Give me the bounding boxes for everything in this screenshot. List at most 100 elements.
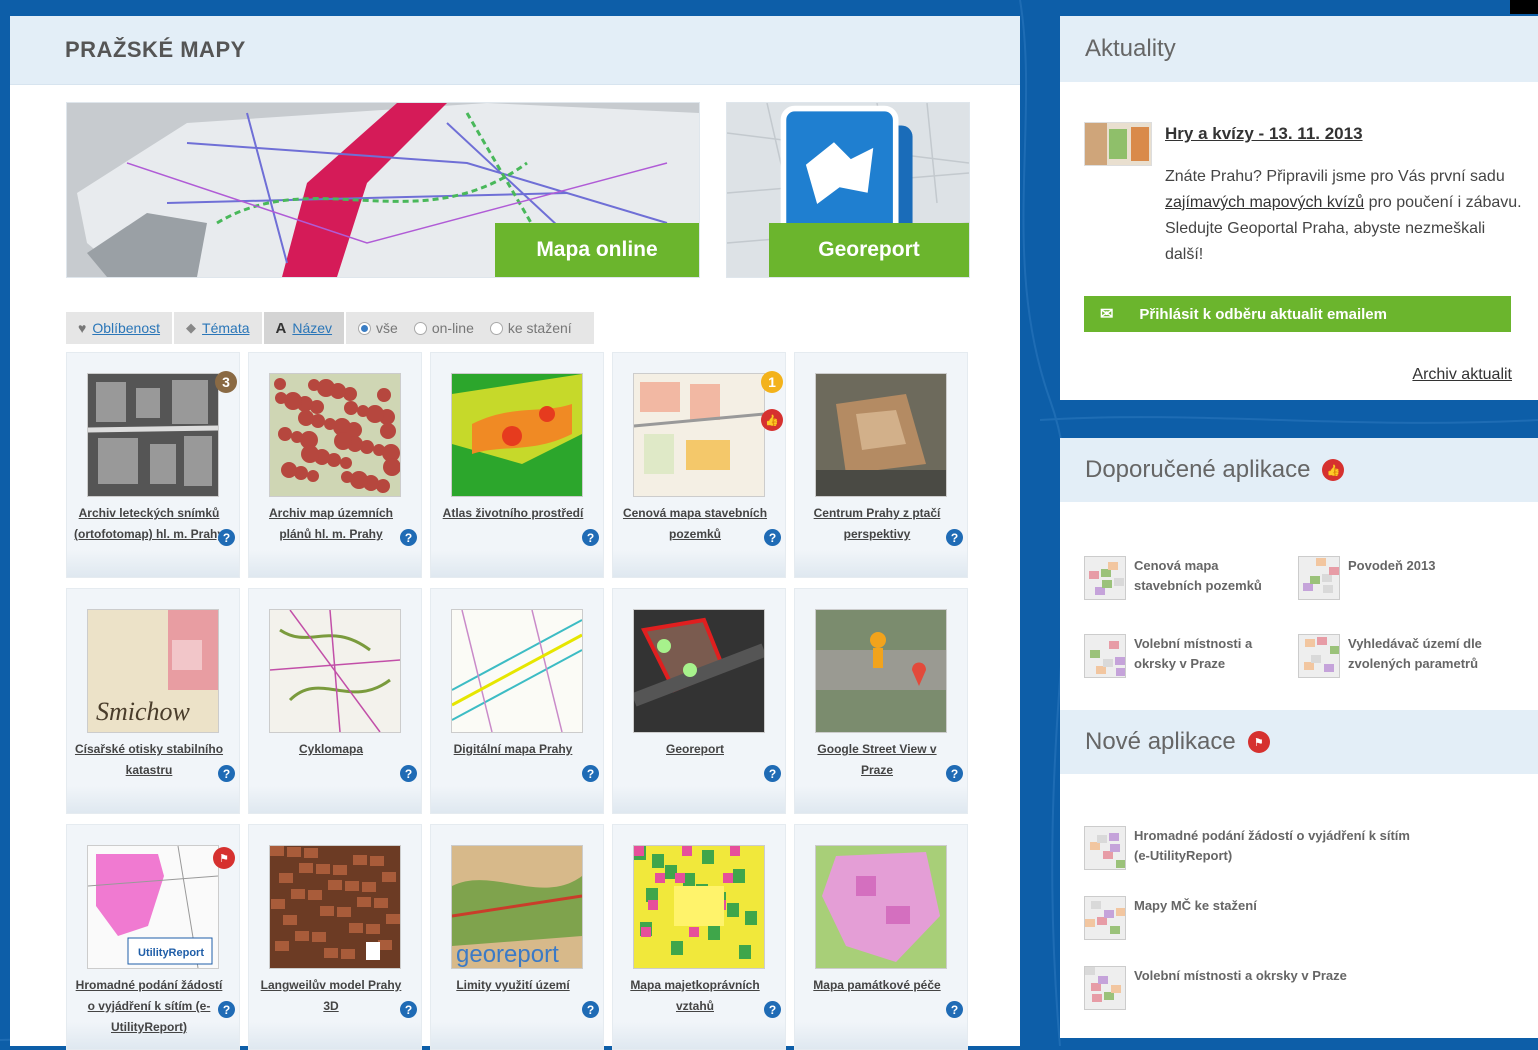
map-thumbnail[interactable] <box>633 373 765 497</box>
map-tile-title[interactable]: Centrum Prahy z ptačí perspektivy <box>801 503 953 545</box>
map-thumbnail[interactable] <box>815 373 947 497</box>
help-icon[interactable]: ? <box>764 1001 781 1018</box>
map-tile[interactable]: Atlas životního prostředí? <box>430 352 604 578</box>
map-thumbnail[interactable]: Smichow <box>87 609 219 733</box>
help-icon[interactable]: ? <box>218 529 235 546</box>
app-label-line: Vyhledávač území dle <box>1348 636 1482 651</box>
help-icon[interactable]: ? <box>946 765 963 782</box>
map-tile[interactable]: Mapa památkové péče? <box>794 824 968 1050</box>
help-icon[interactable]: ? <box>764 765 781 782</box>
map-tile[interactable]: georeport Limity využití území? <box>430 824 604 1050</box>
map-thumbnail[interactable] <box>269 609 401 733</box>
map-tile[interactable]: Smichow Císařské otisky stabilního katast… <box>66 588 240 814</box>
map-tile[interactable]: Langweilův model Prahy 3D? <box>248 824 422 1050</box>
map-tile-title[interactable]: Archiv leteckých snímků (ortofotomap) hl… <box>73 503 225 545</box>
map-tile-title[interactable]: Georeport <box>619 739 771 760</box>
map-tile-title[interactable]: Digitální mapa Prahy <box>437 739 589 760</box>
svg-text:UtilityReport: UtilityReport <box>138 947 204 959</box>
news-archive-link[interactable]: Archiv aktualit <box>1412 366 1512 384</box>
map-tile-title[interactable]: Archiv map územních plánů hl. m. Prahy <box>255 503 407 545</box>
map-tile[interactable]: Centrum Prahy z ptačí perspektivy? <box>794 352 968 578</box>
map-thumbnail[interactable] <box>815 609 947 733</box>
app-link[interactable]: Hromadné podání žádostí o vyjádření k sí… <box>1084 826 1410 870</box>
map-tile[interactable]: Digitální mapa Prahy? <box>430 588 604 814</box>
map-tile[interactable]: Georeport? <box>612 588 786 814</box>
recommended-title: Doporučené aplikace <box>1085 456 1311 483</box>
georeport-banner[interactable]: Georeport <box>726 102 970 278</box>
map-tile[interactable]: UtilityReport ⚑ Hromadné podání žádostí o … <box>66 824 240 1050</box>
rank-badge: 1 <box>761 371 783 393</box>
map-thumbnail[interactable] <box>633 609 765 733</box>
radio-all-label: vše <box>376 320 398 336</box>
help-icon[interactable]: ? <box>218 1001 235 1018</box>
filter-popularity-link[interactable]: Oblíbenost <box>92 320 160 336</box>
help-icon[interactable]: ? <box>218 765 235 782</box>
subscribe-button[interactable]: ✉ Přihlásit k odběru aktualit emailem <box>1084 296 1511 332</box>
map-thumbnail[interactable] <box>815 845 947 969</box>
map-tile-title[interactable]: Mapa majetkoprávních vztahů <box>619 975 771 1017</box>
app-label-line: zvolených parametrů <box>1348 656 1479 671</box>
help-icon[interactable]: ? <box>946 1001 963 1018</box>
map-thumbnail[interactable] <box>633 845 765 969</box>
map-tile-title[interactable]: Císařské otisky stabilního katastru <box>73 739 225 781</box>
app-link[interactable]: Volební místnosti a okrsky v Praze <box>1084 634 1252 678</box>
map-online-banner[interactable]: Mapa online <box>66 102 700 278</box>
app-link[interactable]: Cenová mapa stavebních pozemků <box>1084 556 1262 600</box>
filter-themes-link[interactable]: Témata <box>202 320 249 336</box>
map-thumbnail[interactable] <box>451 609 583 733</box>
map-tile[interactable]: Google Street View v Praze? <box>794 588 968 814</box>
map-tile[interactable]: 1 👍 Cenová mapa stavebních pozemků? <box>612 352 786 578</box>
map-tile-title[interactable]: Mapa památkové péče <box>801 975 953 996</box>
map-tile-title[interactable]: Atlas životního prostředí <box>437 503 589 524</box>
svg-text:georeport: georeport <box>456 941 559 968</box>
map-thumbnail[interactable] <box>451 373 583 497</box>
map-thumbnail[interactable] <box>87 373 219 497</box>
news-item-title[interactable]: Hry a kvízy - 13. 11. 2013 <box>1165 124 1363 144</box>
app-label-line: Volební místnosti a <box>1134 636 1253 651</box>
app-link[interactable]: Mapy MČ ke stažení <box>1084 896 1257 940</box>
filter-themes[interactable]: ◆ Témata <box>174 312 262 344</box>
map-tile-title[interactable]: Langweilův model Prahy 3D <box>255 975 407 1017</box>
quiz-link[interactable]: zajímavých mapových kvízů <box>1165 194 1364 211</box>
map-tile[interactable]: Mapa majetkoprávních vztahů? <box>612 824 786 1050</box>
app-label-line: okrsky v Praze <box>1134 656 1226 671</box>
map-thumbnail[interactable]: georeport <box>451 845 583 969</box>
map-thumbnail[interactable] <box>269 845 401 969</box>
envelope-icon: ✉ <box>1100 306 1114 323</box>
app-link[interactable]: Povodeň 2013 <box>1298 556 1435 600</box>
map-tile-title[interactable]: Hromadné podání žádostí o vyjádření k sí… <box>73 975 225 1038</box>
map-tile-title[interactable]: Cyklomapa <box>255 739 407 760</box>
app-thumbnail <box>1084 896 1126 940</box>
map-tile[interactable]: Archiv map územních plánů hl. m. Prahy? <box>248 352 422 578</box>
map-thumbnail[interactable]: UtilityReport <box>87 845 219 969</box>
filter-name-link[interactable]: Název <box>292 320 332 336</box>
subscribe-label: Přihlásit k odběru aktualit emailem <box>1139 305 1387 323</box>
app-link[interactable]: Volební místnosti a okrsky v Praze <box>1084 966 1347 1010</box>
app-label-line: Mapy MČ ke stažení <box>1134 898 1257 913</box>
radio-online-label: on-line <box>431 320 474 336</box>
help-icon[interactable]: ? <box>946 529 963 546</box>
map-tile-title[interactable]: Cenová mapa stavebních pozemků <box>619 503 771 545</box>
help-icon[interactable]: ? <box>400 1001 417 1018</box>
map-thumbnail[interactable] <box>269 373 401 497</box>
help-icon[interactable]: ? <box>764 529 781 546</box>
radio-online[interactable]: on-line <box>413 320 474 336</box>
new-apps-header: Nové aplikace ⚑ <box>1060 710 1538 774</box>
georeport-button[interactable]: Georeport <box>769 223 969 277</box>
app-link[interactable]: Vyhledávač území dle zvolených parametrů <box>1298 634 1482 678</box>
radio-all[interactable]: vše <box>358 320 398 336</box>
map-online-button[interactable]: Mapa online <box>495 223 699 277</box>
map-tile[interactable]: 3 Archiv leteckých snímků (ortofotomap) h… <box>66 352 240 578</box>
help-icon[interactable]: ? <box>582 765 599 782</box>
map-tile-title[interactable]: Limity využití území <box>437 975 589 996</box>
help-icon[interactable]: ? <box>400 529 417 546</box>
help-icon[interactable]: ? <box>582 529 599 546</box>
filter-popularity[interactable]: ♥ Oblíbenost <box>66 312 173 344</box>
help-icon[interactable]: ? <box>400 765 417 782</box>
map-tile[interactable]: Cyklomapa? <box>248 588 422 814</box>
radio-download[interactable]: ke stažení <box>489 320 572 336</box>
filter-name[interactable]: A Název <box>263 312 345 344</box>
news-thumbnail[interactable] <box>1084 122 1152 166</box>
map-tile-title[interactable]: Google Street View v Praze <box>801 739 953 781</box>
help-icon[interactable]: ? <box>582 1001 599 1018</box>
